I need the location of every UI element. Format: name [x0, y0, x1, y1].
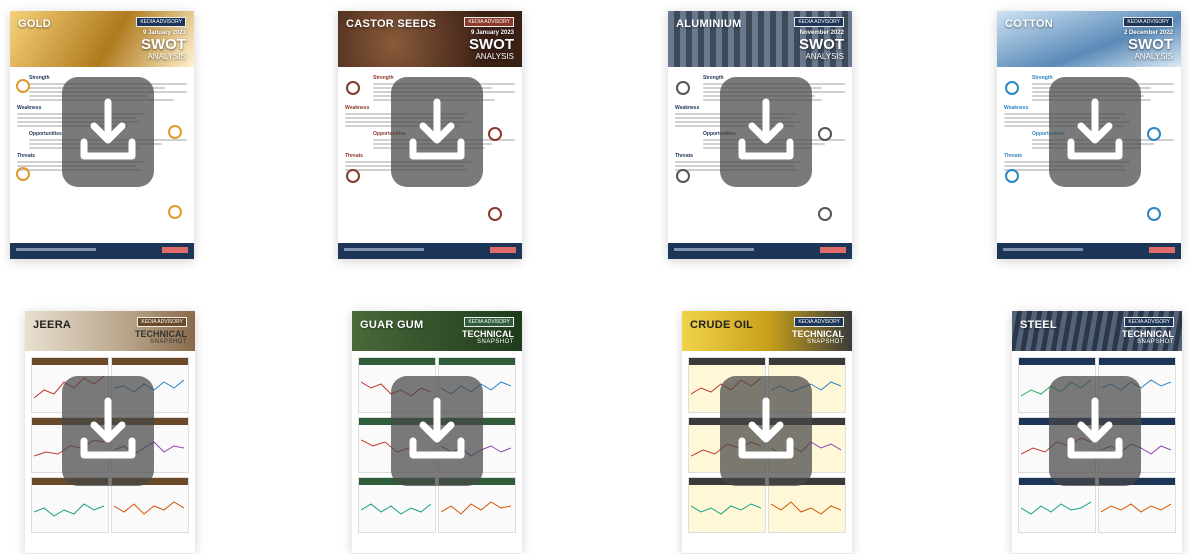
download-button-aluminium[interactable]	[720, 77, 812, 187]
card-header: GOLD KEDIA ADVISORY 9 January 2023 SWOT …	[10, 11, 194, 67]
card-header: ALUMINIUM KEDIA ADVISORY November 2022 S…	[668, 11, 852, 67]
card-header: JEERA KEDIA ADVISORY TECHNICAL SNAPSHOT	[25, 311, 195, 351]
download-button-crude-oil[interactable]	[720, 376, 812, 486]
card-footer	[338, 243, 522, 259]
report-heading: SWOT	[469, 36, 514, 53]
opportunity-icon	[346, 169, 360, 183]
card-header: GUAR GUM KEDIA ADVISORY TECHNICAL SNAPSH…	[352, 311, 522, 351]
card-header: CRUDE OIL KEDIA ADVISORY TECHNICAL SNAPS…	[682, 311, 852, 351]
strength-icon	[16, 79, 30, 93]
card-footer	[10, 243, 194, 259]
strength-icon	[1005, 81, 1019, 95]
brand-badge: KEDIA ADVISORY	[136, 17, 186, 27]
brand-badge: KEDIA ADVISORY	[794, 317, 844, 327]
threat-icon	[1147, 207, 1161, 221]
download-icon	[409, 397, 465, 459]
strength-icon	[676, 81, 690, 95]
card-header: CASTOR SEEDS KEDIA ADVISORY 9 January 20…	[338, 11, 522, 67]
weakness-icon	[168, 125, 182, 139]
opportunity-icon	[16, 167, 30, 181]
brand-badge: KEDIA ADVISORY	[1123, 17, 1173, 27]
report-heading: TECHNICAL	[792, 329, 844, 339]
card-header: STEEL KEDIA ADVISORY TECHNICAL SNAPSHOT	[1012, 311, 1182, 351]
report-heading: TECHNICAL	[1122, 329, 1174, 339]
weakness-icon	[1147, 127, 1161, 141]
weakness-icon	[488, 127, 502, 141]
card-title: STEEL	[1020, 319, 1057, 331]
card-title: JEERA	[33, 319, 72, 331]
brand-badge: KEDIA ADVISORY	[464, 317, 514, 327]
download-button-gold[interactable]	[62, 77, 154, 187]
opportunity-icon	[676, 169, 690, 183]
threat-icon	[168, 205, 182, 219]
report-heading: SWOT	[141, 36, 186, 53]
report-subheading: ANALYSIS	[805, 52, 844, 61]
report-heading: TECHNICAL	[462, 329, 514, 339]
card-title: CASTOR SEEDS	[346, 18, 437, 30]
brand-badge: KEDIA ADVISORY	[464, 17, 514, 27]
download-icon	[1067, 98, 1123, 160]
download-icon	[1067, 397, 1123, 459]
download-icon	[80, 98, 136, 160]
report-subheading: ANALYSIS	[1134, 52, 1173, 61]
weakness-icon	[818, 127, 832, 141]
threat-icon	[818, 207, 832, 221]
report-heading: TECHNICAL	[135, 329, 187, 339]
opportunity-icon	[1005, 169, 1019, 183]
report-subheading: SNAPSHOT	[476, 339, 514, 345]
download-button-steel[interactable]	[1049, 376, 1141, 486]
brand-badge: KEDIA ADVISORY	[1124, 317, 1174, 327]
report-subheading: ANALYSIS	[475, 52, 514, 61]
card-title: COTTON	[1005, 18, 1054, 30]
download-button-guar-gum[interactable]	[391, 376, 483, 486]
download-button-castor-seeds[interactable]	[391, 77, 483, 187]
report-subheading: ANALYSIS	[147, 52, 186, 61]
card-title: ALUMINIUM	[676, 18, 742, 30]
card-title: GUAR GUM	[360, 319, 424, 331]
download-icon	[409, 98, 465, 160]
download-button-jeera[interactable]	[62, 376, 154, 486]
download-icon	[80, 397, 136, 459]
brand-badge: KEDIA ADVISORY	[137, 317, 187, 327]
report-subheading: SNAPSHOT	[149, 339, 187, 345]
download-button-cotton[interactable]	[1049, 77, 1141, 187]
brand-badge: KEDIA ADVISORY	[794, 17, 844, 27]
threat-icon	[488, 207, 502, 221]
report-heading: SWOT	[799, 36, 844, 53]
download-icon	[738, 397, 794, 459]
card-title: CRUDE OIL	[690, 319, 754, 331]
strength-icon	[346, 81, 360, 95]
report-heading: SWOT	[1128, 36, 1173, 53]
download-icon	[738, 98, 794, 160]
card-header: COTTON KEDIA ADVISORY 2 December 2022 SW…	[997, 11, 1181, 67]
card-footer	[668, 243, 852, 259]
card-title: GOLD	[18, 18, 51, 30]
card-footer	[997, 243, 1181, 259]
report-subheading: SNAPSHOT	[1136, 339, 1174, 345]
report-subheading: SNAPSHOT	[806, 339, 844, 345]
